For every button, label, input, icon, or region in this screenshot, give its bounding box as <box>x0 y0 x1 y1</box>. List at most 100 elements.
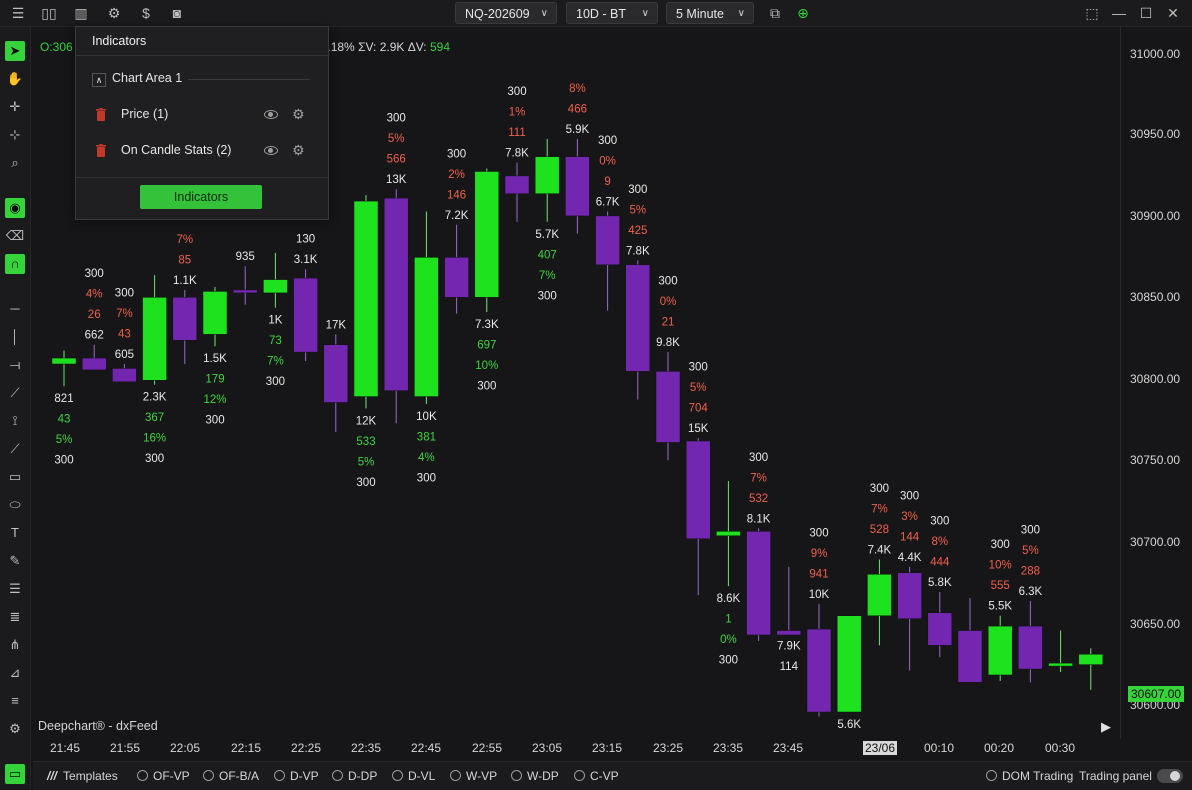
path-icon[interactable]: ⟟ <box>5 411 25 431</box>
time-label: 22:35 <box>351 741 382 755</box>
pitchfork-icon[interactable]: ⋔ <box>5 635 25 655</box>
measure-icon[interactable]: ⊹ <box>5 125 25 145</box>
ruler-icon[interactable]: ⟋ <box>5 439 25 459</box>
candle-stat-label: 555 <box>991 580 1010 592</box>
add-chart-icon[interactable]: ⊕ <box>794 4 812 22</box>
text-icon[interactable]: T <box>5 523 25 543</box>
candle-stat-label: 5% <box>690 382 707 394</box>
minimize-icon[interactable]: — <box>1110 4 1128 22</box>
time-label: 00:10 <box>924 741 955 755</box>
template-option[interactable]: OF-B/A <box>203 769 259 783</box>
candle-stat-label: 10% <box>989 560 1012 572</box>
zoom-icon[interactable]: ⌕ <box>5 153 25 173</box>
layout-icon[interactable]: ⬚ <box>1083 4 1101 22</box>
option-label: W-VP <box>466 769 498 783</box>
scroll-right-icon[interactable]: ▶ <box>1101 719 1111 735</box>
time-label: 22:25 <box>291 741 322 755</box>
chart-area-header[interactable]: ∧ Chart Area 1 <box>92 71 314 91</box>
panel-title: Indicators <box>92 34 147 48</box>
volume-profile-icon[interactable]: ≡ <box>5 691 25 711</box>
rectangle-icon[interactable]: ▭ <box>5 467 25 487</box>
gear-icon[interactable]: ⚙ <box>292 107 306 121</box>
indicators-icon[interactable]: ▥ <box>72 4 90 22</box>
candle-body <box>474 171 500 298</box>
levels-icon[interactable]: ≣ <box>5 607 25 627</box>
template-option[interactable]: D-DP <box>332 769 377 783</box>
menu-icon[interactable]: ☰ <box>9 4 27 22</box>
candle-body <box>685 440 711 539</box>
candle-stat-label: 5.6K <box>837 719 861 731</box>
trend-line-icon[interactable]: ⟋ <box>5 383 25 403</box>
candle-stat-label: 2% <box>448 169 465 181</box>
ellipse-icon[interactable]: ⬭ <box>5 495 25 515</box>
candle-stat-label: 6.7K <box>596 196 620 208</box>
candle-stat-label: 704 <box>689 403 709 415</box>
template-option[interactable]: W-DP <box>511 769 559 783</box>
time-label: 00:30 <box>1045 741 1076 755</box>
new-window-icon[interactable]: ⧉ <box>766 4 784 22</box>
radio-icon <box>574 770 585 781</box>
fib-icon[interactable]: ☰ <box>5 579 25 599</box>
panel-toggle-icon[interactable]: ▭ <box>5 764 25 784</box>
trash-icon[interactable] <box>96 144 106 157</box>
candle-body <box>534 156 560 194</box>
eye-icon[interactable] <box>264 146 278 155</box>
candle-stat-label: 9.8K <box>656 337 680 349</box>
trading-panel-toggle[interactable]: Trading panel <box>1079 769 1183 783</box>
candle-stat-label: 300 <box>809 527 828 539</box>
candle-stat-label: 300 <box>115 287 134 299</box>
template-option[interactable]: W-VP <box>450 769 497 783</box>
candle-body <box>142 297 167 381</box>
candle-type-icon[interactable]: ▯▯ <box>40 4 58 22</box>
projection-icon[interactable]: ⊿ <box>5 663 25 683</box>
candle-stat-label: 130 <box>296 234 315 246</box>
period-dropdown[interactable]: 10D - BT ∨ <box>566 2 658 24</box>
settings-tool-icon[interactable]: ⚙ <box>5 719 25 739</box>
candle-stat-label: 8.1K <box>747 513 771 525</box>
time-label: 22:45 <box>411 741 442 755</box>
price-axis[interactable]: 31000.00 30950.00 30900.00 30850.00 3080… <box>1120 27 1192 739</box>
cursor-icon[interactable]: ➤ <box>5 41 25 61</box>
candle-stat-label: 300 <box>870 483 889 495</box>
candle-body <box>987 625 1013 676</box>
indicators-button[interactable]: Indicators <box>140 185 262 209</box>
time-axis[interactable]: 21:45 21:55 22:05 22:15 22:25 22:35 22:4… <box>33 739 1120 761</box>
template-option[interactable]: D-VL <box>392 769 435 783</box>
template-option[interactable]: C-VP <box>574 769 619 783</box>
maximize-icon[interactable]: ☐ <box>1137 4 1155 22</box>
eye-icon[interactable] <box>264 110 278 119</box>
eraser-icon[interactable]: ⌫ <box>5 226 25 246</box>
dom-trading-option[interactable]: DOM Trading <box>986 769 1073 783</box>
candle-stat-label: 146 <box>447 189 466 201</box>
timeframe-dropdown[interactable]: 5 Minute ∨ <box>666 2 754 24</box>
crosshair-icon[interactable]: ✛ <box>5 97 25 117</box>
camera-icon[interactable]: ◙ <box>168 4 186 22</box>
candle-stat-label: 5% <box>358 456 375 468</box>
candle-stat-label: 16% <box>143 433 166 445</box>
dollar-icon[interactable]: $ <box>137 4 155 22</box>
candle-body <box>957 630 983 683</box>
radio-icon <box>511 770 522 781</box>
magnet-icon[interactable]: ∩ <box>5 254 25 274</box>
candle-stat-label: 5.8K <box>928 577 952 589</box>
eye-toggle-icon[interactable]: ◉ <box>5 198 25 218</box>
pencil-icon[interactable]: ✎ <box>5 551 25 571</box>
template-option[interactable]: D-VP <box>274 769 319 783</box>
candle-stat-label: 5% <box>56 434 73 446</box>
hand-icon[interactable]: ✋ <box>5 69 25 89</box>
templates-button[interactable]: /// Templates <box>47 769 118 783</box>
collapse-icon[interactable]: ∧ <box>92 73 106 87</box>
template-option[interactable]: OF-VP <box>137 769 190 783</box>
close-icon[interactable]: ✕ <box>1164 4 1182 22</box>
toggle-switch[interactable] <box>1156 769 1183 783</box>
symbol-dropdown[interactable]: NQ-202609 ∨ <box>455 2 557 24</box>
ray-icon[interactable]: ⟞ <box>5 355 25 375</box>
candle-stat-label: 0% <box>660 296 677 308</box>
trash-icon[interactable] <box>96 108 106 121</box>
gear-icon[interactable]: ⚙ <box>292 143 306 157</box>
vertical-line-icon[interactable]: │ <box>5 327 25 347</box>
candle-body <box>836 615 862 713</box>
price-label: 31000.00 <box>1130 47 1181 61</box>
gear-icon[interactable]: ⚙ <box>105 4 123 22</box>
horizontal-line-icon[interactable]: ─ <box>5 299 25 319</box>
